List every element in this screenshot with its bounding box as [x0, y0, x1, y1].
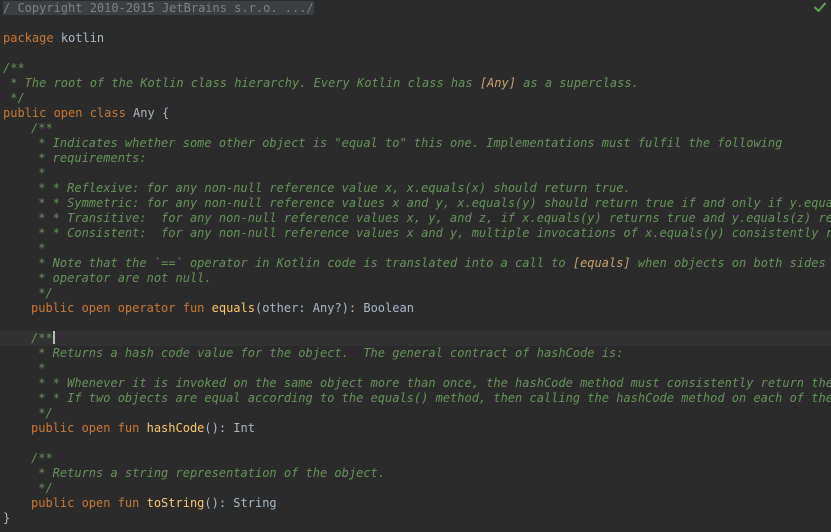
doc-text: */ [3, 91, 25, 105]
package-name: kotlin [60, 31, 105, 45]
function-modifiers: public open operator fun [31, 301, 205, 315]
doc-text: * * If two objects are equal according t… [31, 391, 831, 405]
doc-text: * Note that the `==` operator in Kotlin … [31, 256, 573, 270]
code-line-tostring-declaration[interactable]: public open fun toString(): String [3, 496, 831, 511]
text-caret [52, 331, 55, 344]
function-name-hashcode[interactable]: hashCode [147, 421, 205, 435]
doc-comment-line[interactable]: * * Transitive: for any non-null referen… [3, 211, 831, 226]
doc-text: /** [31, 451, 53, 465]
doc-link-equals[interactable]: [equals] [573, 256, 631, 270]
function-name-equals[interactable]: equals [212, 301, 255, 315]
doc-comment-open-current-line[interactable]: /** [0, 331, 831, 346]
doc-comment-line[interactable]: * * Consistent: for any non-null referen… [3, 226, 831, 241]
keyword-package: package [3, 31, 54, 45]
closing-brace: } [3, 511, 11, 525]
doc-text: * * Transitive: for any non-null referen… [31, 211, 831, 225]
doc-comment-line[interactable]: * [3, 361, 831, 376]
doc-text: /** [31, 121, 53, 135]
doc-comment-line[interactable]: * Returns a string representation of the… [3, 466, 831, 481]
doc-comment-close[interactable]: */ [3, 481, 831, 496]
code-line-class-declaration[interactable]: public open class Any { [3, 106, 831, 121]
function-signature: (): Int [204, 421, 255, 435]
doc-text: */ [31, 481, 53, 495]
doc-text: * * Whenever it is invoked on the same o… [31, 376, 831, 390]
function-modifiers: public open fun [31, 421, 140, 435]
code-line-blank[interactable] [3, 436, 831, 451]
code-area[interactable]: / Copyright 2010-2015 JetBrains s.r.o. .… [0, 1, 831, 526]
doc-comment-line[interactable]: * Note that the `==` operator in Kotlin … [3, 256, 831, 271]
doc-comment-line[interactable]: * * Reflexive: for any non-null referenc… [3, 181, 831, 196]
code-line-hashcode-declaration[interactable]: public open fun hashCode(): Int [3, 421, 831, 436]
doc-comment-line[interactable]: * * Whenever it is invoked on the same o… [3, 376, 831, 391]
doc-comment-open[interactable]: /** [3, 451, 831, 466]
doc-text: */ [31, 286, 53, 300]
doc-text: * * Consistent: for any non-null referen… [31, 226, 831, 240]
doc-text: * Indicates whether some other object is… [31, 136, 783, 150]
doc-text: /** [3, 61, 25, 75]
class-modifiers: public open class [3, 106, 126, 120]
doc-comment-line[interactable]: * [3, 241, 831, 256]
doc-comment-line[interactable]: * Indicates whether some other object is… [3, 136, 831, 151]
doc-text: * [31, 361, 46, 375]
doc-comment-close[interactable]: */ [3, 91, 831, 106]
doc-comment-close[interactable]: */ [3, 286, 831, 301]
doc-comment-line[interactable]: * The root of the Kotlin class hierarchy… [3, 76, 831, 91]
doc-text: * [31, 241, 46, 255]
folded-copyright-comment[interactable]: / Copyright 2010-2015 JetBrains s.r.o. .… [3, 1, 314, 15]
doc-text: * [31, 166, 46, 180]
doc-text: * The root of the Kotlin class hierarchy… [3, 76, 480, 90]
class-name: Any { [125, 106, 170, 120]
doc-text: /** [31, 331, 53, 345]
doc-link-any[interactable]: [Any] [480, 76, 516, 90]
code-line-equals-declaration[interactable]: public open operator fun equals(other: A… [3, 301, 831, 316]
code-line-blank[interactable] [3, 316, 831, 331]
doc-comment-line[interactable]: * [3, 166, 831, 181]
doc-comment-line[interactable]: * operator are not null. [3, 271, 831, 286]
doc-comment-line[interactable]: * requirements: [3, 151, 831, 166]
doc-comment-line[interactable]: * * Symmetric: for any non-null referenc… [3, 196, 831, 211]
function-signature: (other: Any?): Boolean [254, 301, 414, 315]
code-line-blank[interactable] [3, 16, 831, 31]
doc-text: * Returns a string representation of the… [31, 466, 386, 480]
function-modifiers: public open fun [31, 496, 140, 510]
doc-text: * requirements: [31, 151, 147, 165]
code-line-blank[interactable] [3, 46, 831, 61]
doc-text: * operator are not null. [31, 271, 212, 285]
doc-text: * * Reflexive: for any non-null referenc… [31, 181, 631, 195]
code-line-class-close[interactable]: } [3, 511, 831, 526]
function-name-tostring[interactable]: toString [147, 496, 205, 510]
doc-text: * * Symmetric: for any non-null referenc… [31, 196, 831, 210]
doc-comment-close[interactable]: */ [3, 406, 831, 421]
doc-text: * Returns a hash code value for the obje… [31, 346, 624, 360]
doc-comment-line[interactable]: * * If two objects are equal according t… [3, 391, 831, 406]
doc-text: when objects on both sides of t [637, 256, 826, 270]
doc-text: */ [31, 406, 53, 420]
code-line-package[interactable]: package kotlin [3, 31, 831, 46]
doc-comment-open[interactable]: /** [3, 61, 831, 76]
doc-text: as a superclass. [515, 76, 639, 90]
doc-comment-line[interactable]: * Returns a hash code value for the obje… [3, 346, 831, 361]
code-line-copyright[interactable]: / Copyright 2010-2015 JetBrains s.r.o. .… [3, 1, 831, 16]
function-signature: (): String [204, 496, 277, 510]
code-editor[interactable]: / Copyright 2010-2015 JetBrains s.r.o. .… [0, 0, 831, 532]
doc-comment-open[interactable]: /** [3, 121, 831, 136]
